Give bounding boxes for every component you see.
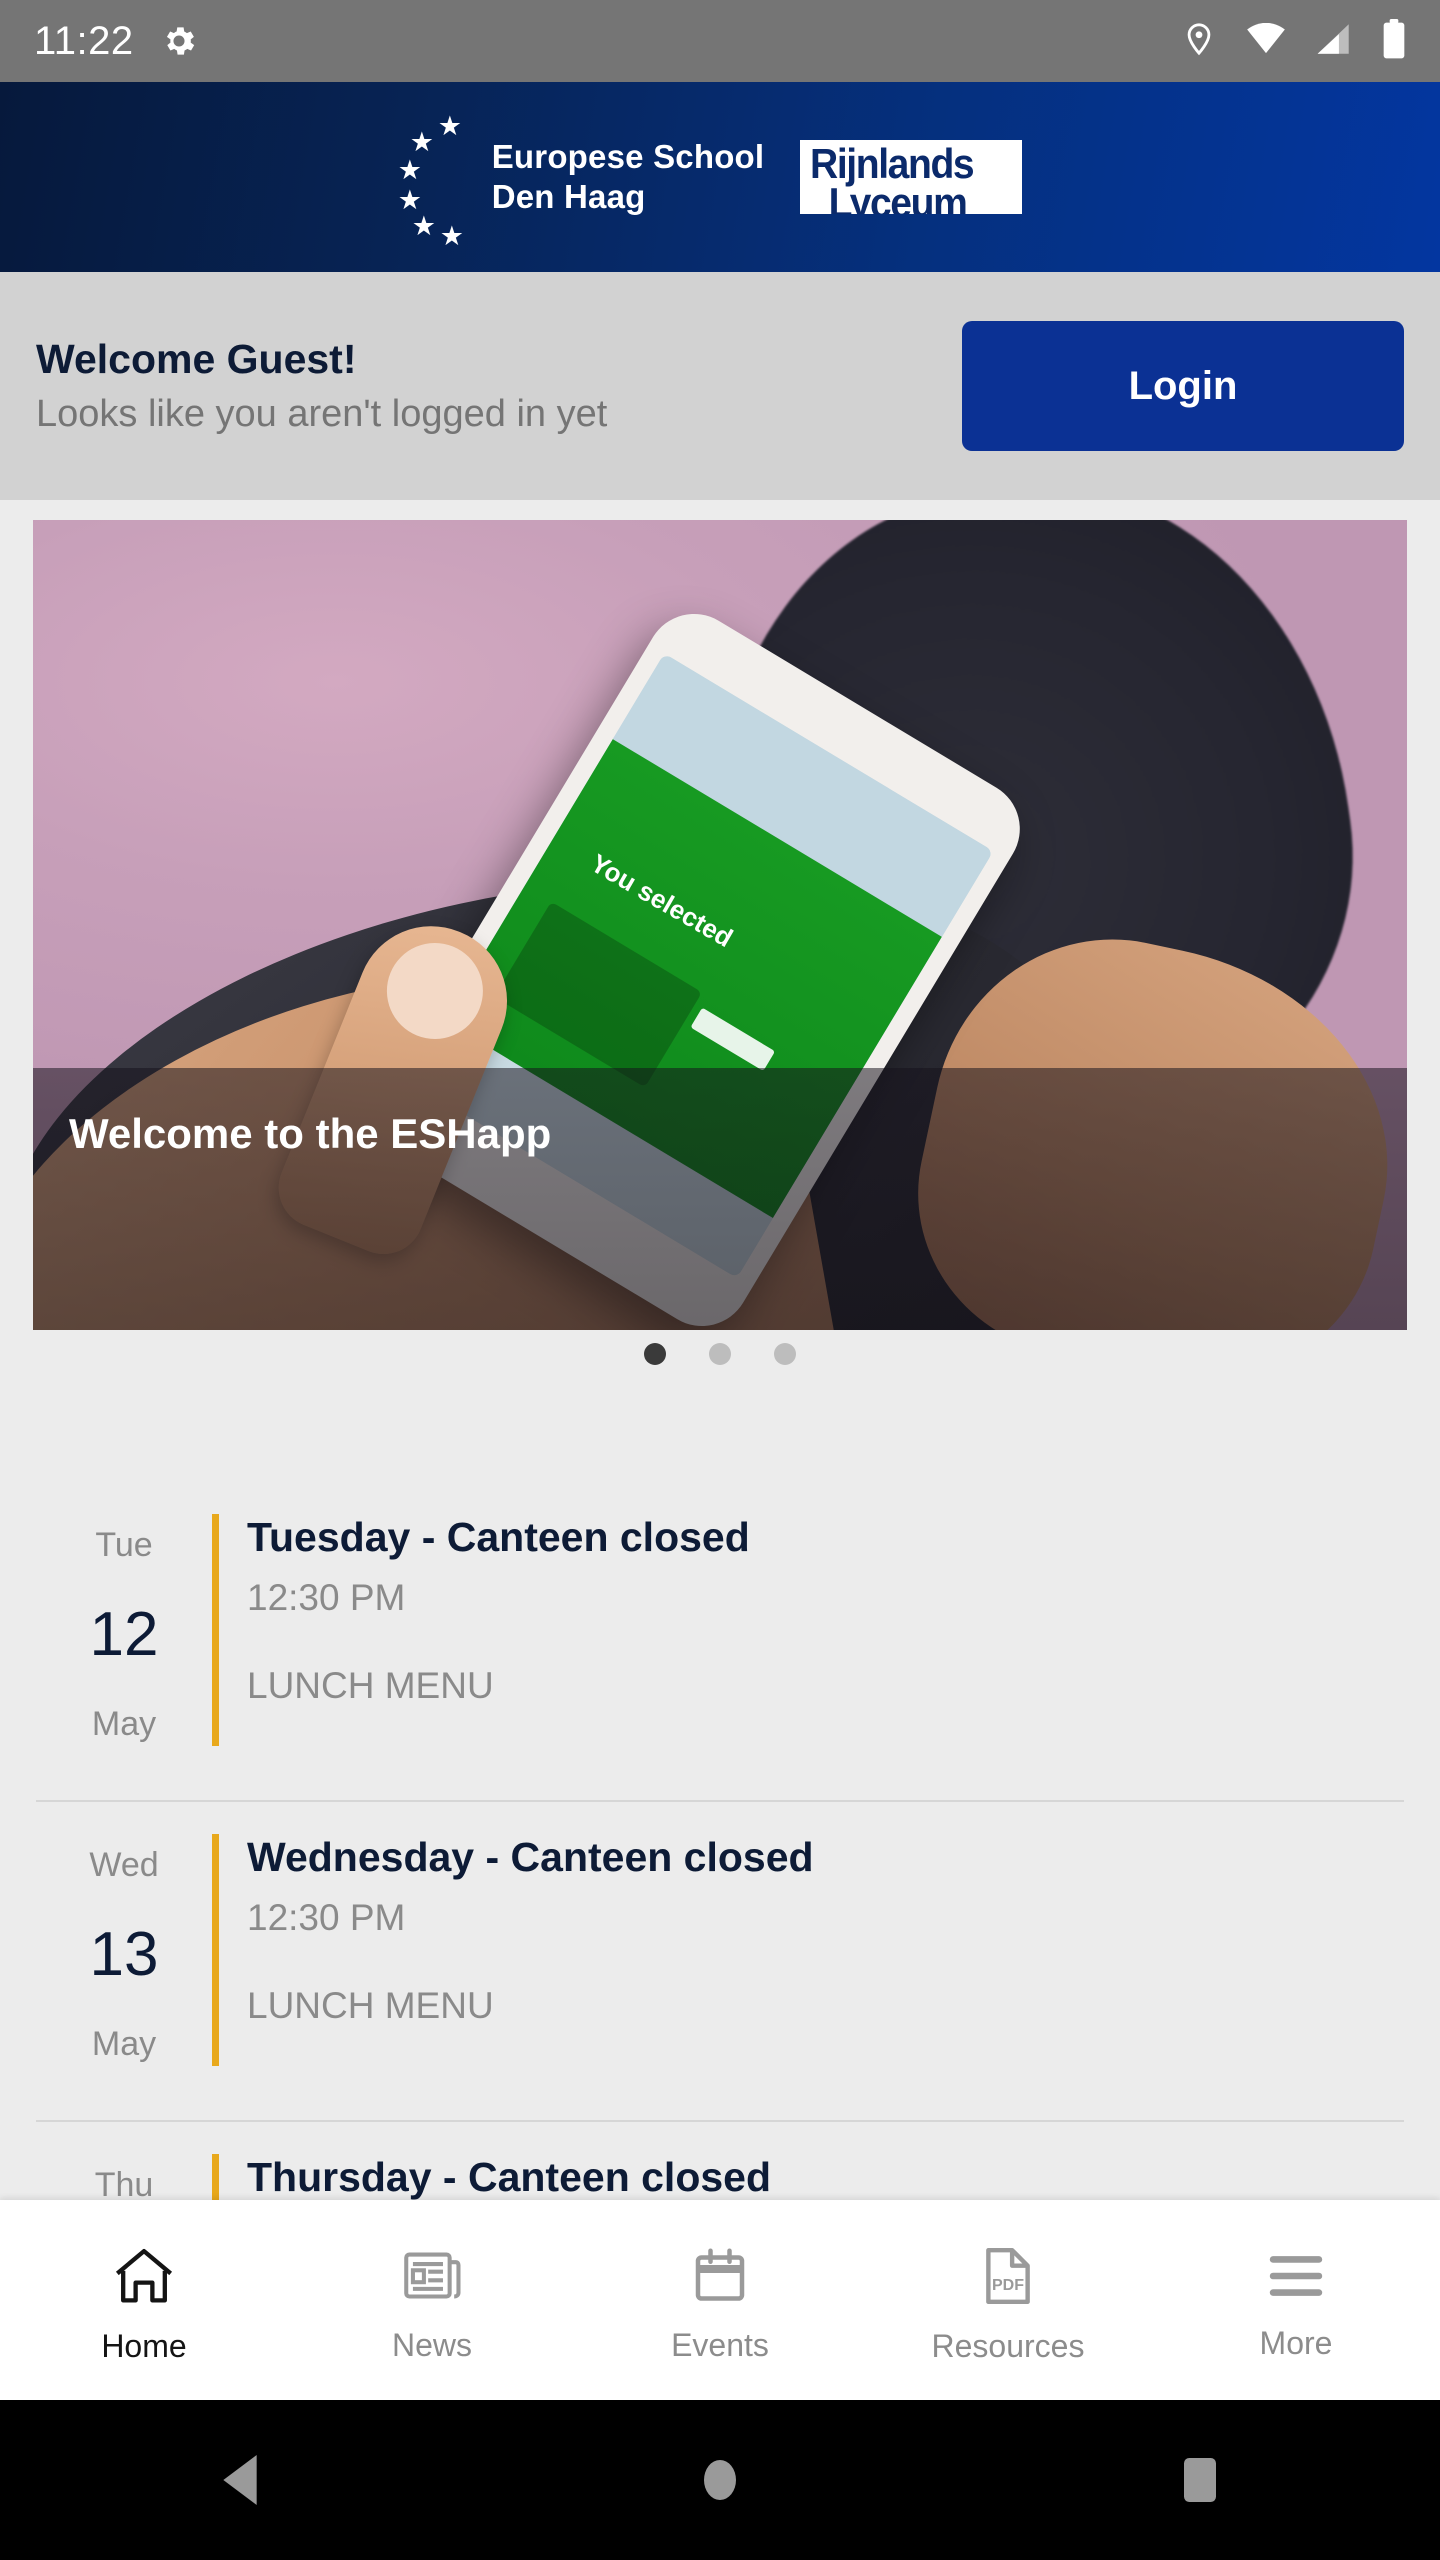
header-logos: ★ ★ ★ ★ ★ ★ Europese School Den Haag Rij… bbox=[397, 111, 1023, 251]
nav-label-home: Home bbox=[101, 2328, 187, 2364]
nav-label-events: Events bbox=[671, 2327, 769, 2363]
event-tag: LUNCH MENU bbox=[247, 1665, 494, 1706]
back-triangle-icon[interactable] bbox=[150, 2400, 330, 2560]
event-day-number: 13 bbox=[89, 1920, 159, 1989]
event-month: May bbox=[91, 2025, 157, 2063]
pdf-document-icon: PDF bbox=[979, 2245, 1037, 2312]
europese-school-logo: ★ ★ ★ ★ ★ ★ Europese School Den Haag bbox=[397, 111, 765, 251]
cell-signal-icon bbox=[1316, 22, 1352, 61]
nav-item-news[interactable]: News bbox=[288, 2236, 576, 2364]
event-date: Tue 12 May bbox=[36, 1480, 212, 1800]
event-title: Thursday - Canteen closed bbox=[247, 2154, 772, 2200]
welcome-subtitle: Looks like you aren't logged in yet bbox=[36, 393, 608, 435]
status-bar: 11:22 bbox=[0, 0, 1440, 82]
newspaper-icon bbox=[401, 2246, 463, 2311]
event-time: 12:30 PM bbox=[247, 1577, 406, 1618]
event-weekday: Wed bbox=[89, 1846, 159, 1884]
event-row[interactable]: Wed 13 May Wednesday - Canteen closed 12… bbox=[0, 1800, 1440, 2120]
event-row[interactable]: Tue 12 May Tuesday - Canteen closed 12:3… bbox=[0, 1480, 1440, 1800]
event-accent-bar bbox=[212, 1834, 219, 2066]
app-header: ★ ★ ★ ★ ★ ★ Europese School Den Haag Rij… bbox=[0, 82, 1440, 272]
carousel-dot-3[interactable] bbox=[774, 1343, 796, 1365]
rijnlands-lyceum-logo: Rijnlands Lyceum bbox=[800, 140, 1023, 214]
svg-text:PDF: PDF bbox=[992, 2277, 1024, 2294]
login-button[interactable]: Login bbox=[962, 321, 1404, 451]
photo-phone-screen-chip bbox=[493, 901, 703, 1088]
school-name-line2: Den Haag bbox=[491, 178, 646, 215]
welcome-title: Welcome Guest! bbox=[36, 336, 357, 382]
carousel-dot-2[interactable] bbox=[709, 1343, 731, 1365]
recents-square-icon[interactable] bbox=[1110, 2400, 1290, 2560]
eu-stars-icon: ★ ★ ★ ★ ★ ★ bbox=[397, 111, 464, 251]
carousel-dots[interactable] bbox=[0, 1343, 1440, 1365]
welcome-bar: Welcome Guest! Looks like you aren't log… bbox=[0, 272, 1440, 500]
event-title: Tuesday - Canteen closed bbox=[247, 1514, 750, 1560]
bottom-navigation: Home News Events PDF Resources More bbox=[0, 2200, 1440, 2400]
carousel-dot-1[interactable] bbox=[644, 1343, 666, 1365]
battery-icon bbox=[1382, 18, 1406, 64]
nav-item-more[interactable]: More bbox=[1152, 2238, 1440, 2362]
nav-label-resources: Resources bbox=[931, 2328, 1085, 2364]
carousel-caption: Welcome to the ESHapp bbox=[33, 1068, 1407, 1330]
rijnlands-lyceum-line2: Lyceum bbox=[828, 178, 968, 214]
school-name-line1: Europese School bbox=[491, 137, 765, 175]
app-screen: 11:22 ★ ★ ★ ★ ★ ★ Europese School Den Ha… bbox=[0, 0, 1440, 2560]
hamburger-menu-icon bbox=[1265, 2248, 1327, 2309]
event-month: May bbox=[91, 1705, 157, 1743]
status-bar-clock: 11:22 bbox=[34, 18, 134, 63]
photo-phone-screen-bar bbox=[690, 1007, 775, 1071]
nav-item-resources[interactable]: PDF Resources bbox=[864, 2235, 1152, 2365]
carousel-banner[interactable]: You selected Welcome to the ESHapp bbox=[33, 520, 1407, 1330]
event-details: Wednesday - Canteen closed 12:30 PM LUNC… bbox=[219, 1800, 814, 2120]
event-weekday: Tue bbox=[95, 1526, 153, 1564]
event-date: Wed 13 May bbox=[36, 1800, 212, 2120]
android-system-nav bbox=[0, 2400, 1440, 2560]
location-pin-icon bbox=[1182, 19, 1216, 64]
school-name: Europese School Den Haag bbox=[492, 137, 765, 218]
home-circle-icon[interactable] bbox=[630, 2400, 810, 2560]
event-tag: LUNCH MENU bbox=[247, 1985, 494, 2026]
status-bar-icons bbox=[1182, 18, 1406, 64]
gear-icon bbox=[160, 22, 198, 60]
wifi-icon bbox=[1246, 22, 1286, 60]
home-icon bbox=[111, 2245, 177, 2312]
nav-label-news: News bbox=[391, 2327, 472, 2363]
welcome-text-block: Welcome Guest! Looks like you aren't log… bbox=[36, 336, 962, 436]
calendar-icon bbox=[690, 2246, 750, 2311]
nav-item-events[interactable]: Events bbox=[576, 2236, 864, 2364]
event-time: 12:30 PM bbox=[247, 1897, 406, 1938]
event-day-number: 12 bbox=[89, 1600, 159, 1669]
event-accent-bar bbox=[212, 1514, 219, 1746]
nav-label-more: More bbox=[1259, 2325, 1333, 2361]
event-title: Wednesday - Canteen closed bbox=[247, 1834, 814, 1880]
carousel-caption-text: Welcome to the ESHapp bbox=[69, 1110, 552, 1157]
nav-item-home[interactable]: Home bbox=[0, 2235, 288, 2365]
event-details: Tuesday - Canteen closed 12:30 PM LUNCH … bbox=[219, 1480, 750, 1800]
